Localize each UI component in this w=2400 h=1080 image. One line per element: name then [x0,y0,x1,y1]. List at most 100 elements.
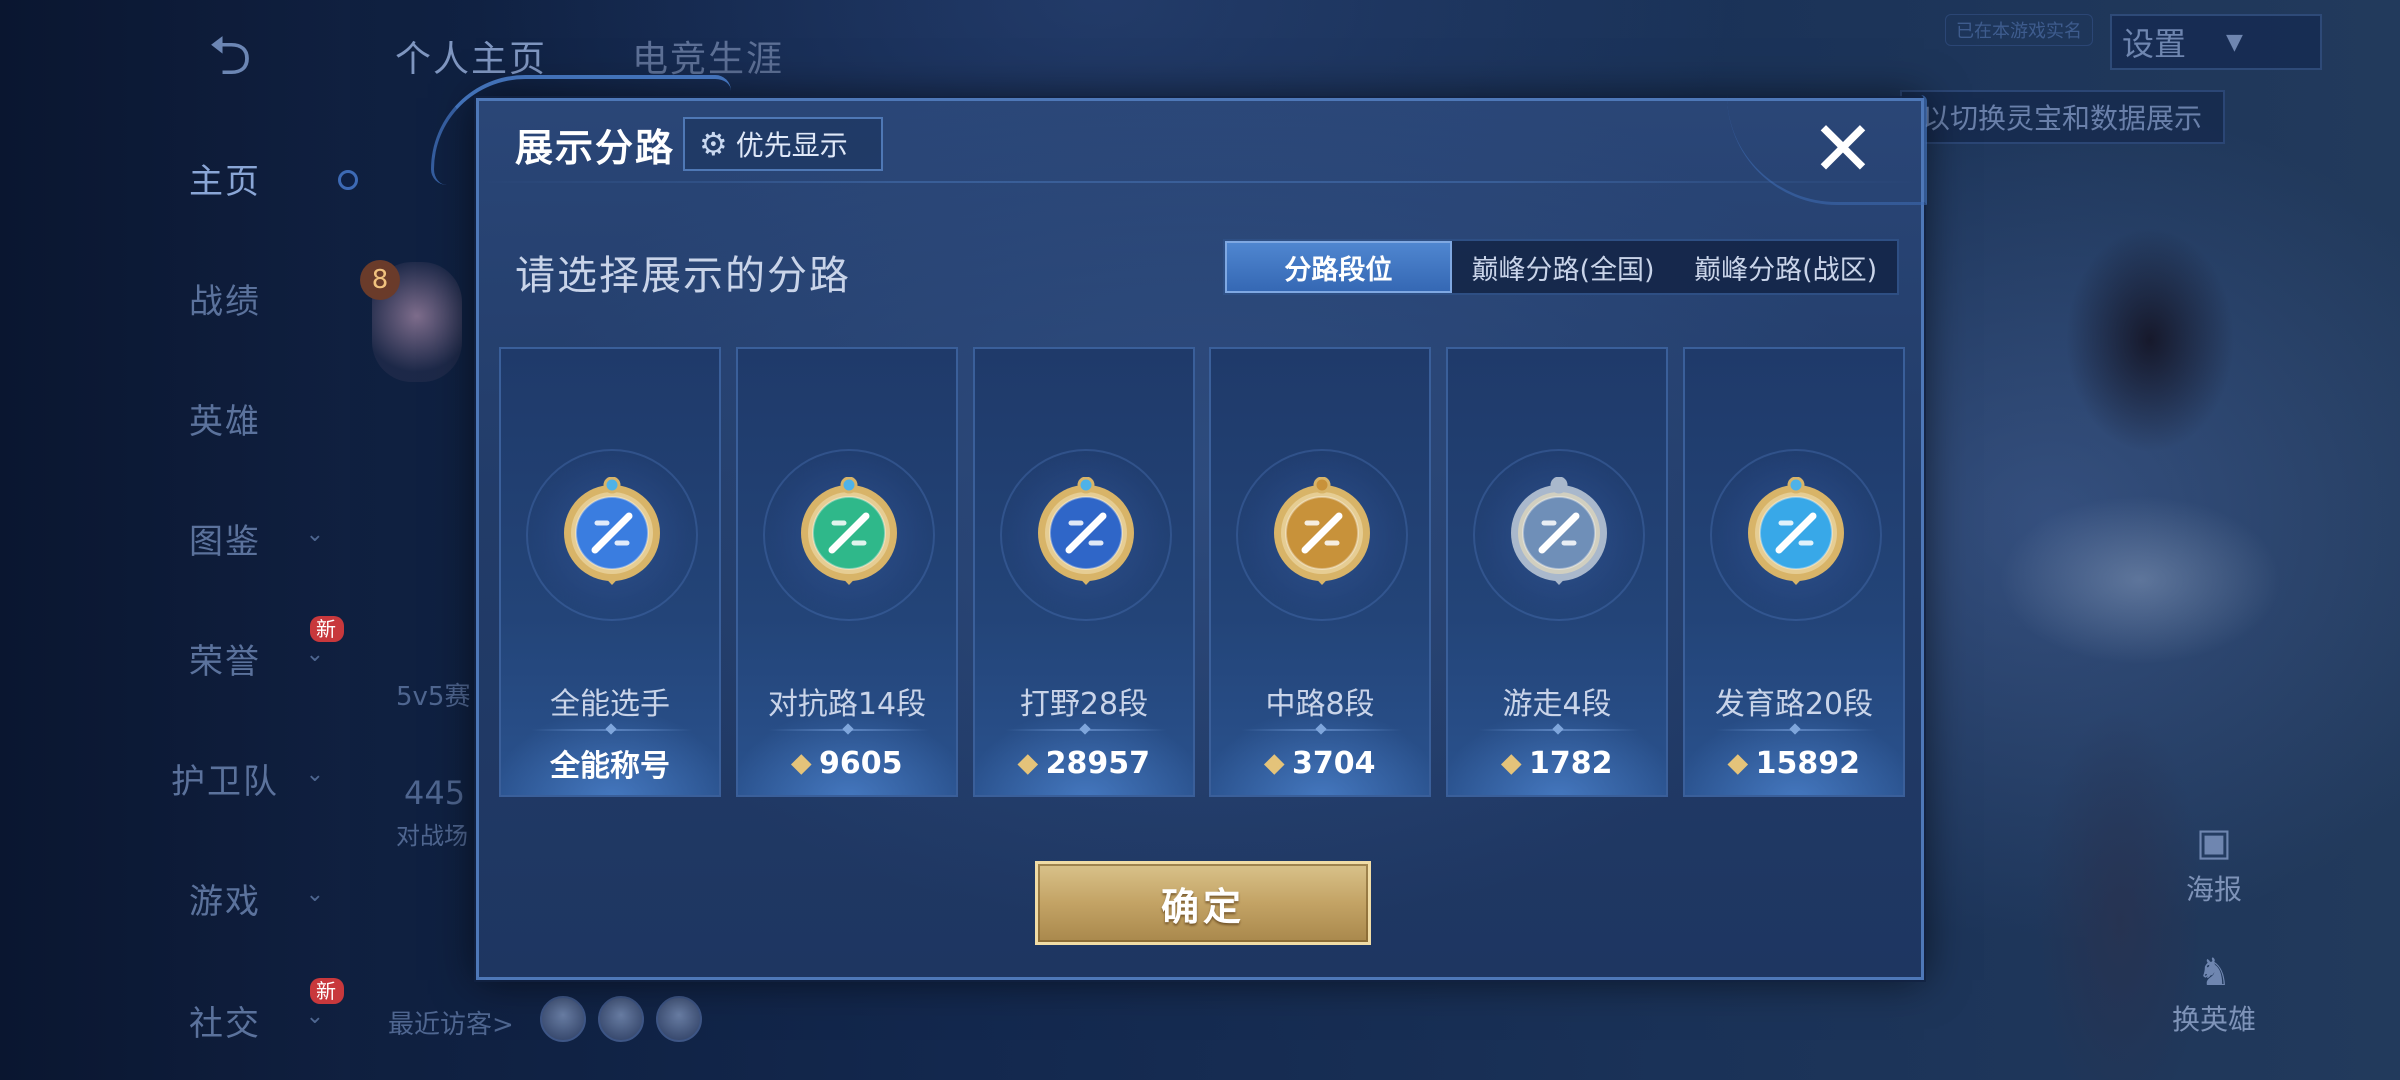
card-divider [1715,729,1877,731]
sidebar-item[interactable]: 英雄 [110,388,340,448]
sidebar-item[interactable]: 荣誉 ⌄ 新 [110,616,344,688]
card-divider [1005,729,1167,731]
visitor-avatar[interactable] [656,996,702,1042]
chevron-down-icon: ⌄ [305,1004,326,1029]
sidebar-item-label: 荣誉 [189,641,261,682]
poster-icon: ▣ [2196,820,2232,864]
lane-value-text: 28957 [1045,745,1150,781]
new-badge: 新 [310,616,344,642]
tab-lane-rank[interactable]: 分路段位 [1225,241,1452,293]
recent-visitors-label[interactable]: 最近访客> [388,1004,514,1041]
dialog-subtitle: 请选择展示的分路 [515,253,851,299]
lane-card[interactable]: 中路8段 ⬥ 3704 [1209,347,1431,797]
lane-value: ⬥ 9605 [738,743,956,783]
header-divider [479,181,1921,183]
tab-esports-career[interactable]: 电竞生涯 [632,30,784,80]
back-icon[interactable]: ⮌ [180,29,280,83]
lane-value: ⬥ 1782 [1448,743,1666,783]
poster-label: 海报 [2185,873,2242,906]
sidebar-item[interactable]: 护卫队 ⌄ [110,748,340,808]
lane-card[interactable]: 发育路20段 ⬥ 15892 [1683,347,1905,797]
clash-lane-emblem-icon [794,477,904,595]
chevron-down-icon: ▼ [2226,29,2243,55]
lane-display-dialog: 展示分路 ⚙ 优先显示 ✕ 请选择展示的分路 分路段位 巅峰分路(全国) 巅峰分… [431,75,1927,980]
visitor-avatar[interactable] [540,996,586,1042]
lane-cards: 全能选手 全能称号 对抗路14段 ⬥ 9605 打野28段 ⬥ 28957 中路8段 ⬥ 3704 游… [499,347,1905,797]
lane-card[interactable]: 打野28段 ⬥ 28957 [973,347,1195,797]
lane-value-text: 9605 [819,745,903,781]
app-screen: ⮌ 主页 战绩 英雄 图鉴 ⌄ 荣誉 ⌄ 新护卫队 ⌄ 游戏 ⌄ 社交 ⌄ 新 个人主页 电竞生涯 已在本… [0,0,2400,1080]
lane-card[interactable]: 全能选手 全能称号 [499,347,721,797]
roam-emblem-icon [1504,477,1614,595]
lane-card[interactable]: 游走4段 ⬥ 1782 [1446,347,1668,797]
lane-tabs: 分路段位 巅峰分路(全国) 巅峰分路(战区) [1223,239,1899,295]
sidebar-item-label: 社交 [189,1003,261,1044]
sidebar-item[interactable]: 游戏 ⌄ [110,868,340,928]
hint-bar: 以切换灵宝和数据展示 [1900,90,2225,144]
poster-button[interactable]: ▣ 海报 [2154,820,2274,908]
lane-name: 全能选手 [550,687,670,722]
lane-value-text: 3704 [1292,745,1376,781]
priority-display-label: 优先显示 [735,129,848,162]
visitor-avatar[interactable] [598,996,644,1042]
score-icon: ⬥ [791,746,812,779]
score-icon: ⬥ [1018,746,1038,779]
stat-caption: 对战场 [396,822,468,850]
farm-lane-emblem-icon [1741,477,1851,595]
lane-value: 全能称号 [501,743,719,784]
lane-name: 打野28段 [1019,687,1149,722]
tab-peak-lane-region[interactable]: 巅峰分路(战区) [1674,241,1897,293]
sidebar-item-label: 游戏 [189,881,261,922]
lane-name: 中路8段 [1265,687,1375,722]
settings-label: 设置 [2122,25,2187,63]
dialog-title: 展示分路 [515,126,676,170]
sidebar-item[interactable]: 战绩 [110,268,340,328]
tab-peak-lane-national[interactable]: 巅峰分路(全国) [1452,241,1675,293]
nav-indicator [338,170,358,190]
card-divider [1478,729,1640,731]
tab-personal-home[interactable]: 个人主页 [395,30,547,80]
lane-value-text: 全能称号 [550,749,670,784]
switch-hero-label: 换英雄 [2171,1003,2256,1036]
chevron-down-icon: ⌄ [305,642,326,667]
score-icon: ⬥ [1264,746,1285,779]
chevron-down-icon: ⌄ [305,882,326,907]
lane-value: ⬥ 15892 [1685,743,1903,783]
lane-name: 发育路20段 [1714,687,1874,722]
sidebar-item-label: 主页 [189,161,261,202]
sidebar-item[interactable]: 社交 ⌄ 新 [110,978,344,1050]
confirm-button[interactable]: 确定 [1035,861,1371,945]
switch-hero-button[interactable]: ♞ 换英雄 [2154,950,2274,1038]
sidebar-item-label: 图鉴 [189,521,261,562]
settings-button[interactable]: 设置 ▼ [2110,14,2322,70]
close-icon[interactable]: ✕ [1805,111,1881,187]
realname-badge: 已在本游戏实名 [1945,14,2093,46]
lane-value: ⬥ 28957 [975,743,1193,783]
jungle-emblem-icon [1031,477,1141,595]
rank-level-badge: 8 [360,260,400,300]
switch-hero-icon: ♞ [2196,950,2232,994]
hint-text: 以切换灵宝和数据展示 [1922,102,2203,135]
mid-lane-emblem-icon [1267,477,1377,595]
lane-value: ⬥ 3704 [1211,743,1429,783]
lane-name: 对抗路14段 [767,687,927,722]
stat-value: 445 [404,774,466,812]
chevron-down-icon: ⌄ [305,762,326,787]
lane-value-text: 1782 [1529,745,1613,781]
priority-display-button[interactable]: ⚙ 优先显示 [683,117,883,171]
season-label: 5v5赛 [396,682,471,712]
new-badge: 新 [310,978,344,1004]
sidebar-item-label: 英雄 [189,401,261,442]
score-icon: ⬥ [1728,746,1748,779]
card-divider [768,729,930,731]
sidebar-item[interactable]: 图鉴 ⌄ [110,508,340,568]
sidebar-item-label: 护卫队 [171,761,279,802]
lane-name: 游走4段 [1502,687,1612,722]
gear-icon: ⚙ [699,125,728,163]
card-divider [1241,729,1403,731]
sidebar-item[interactable]: 主页 [110,148,340,208]
lane-card[interactable]: 对抗路14段 ⬥ 9605 [736,347,958,797]
score-icon: ⬥ [1501,746,1522,779]
lane-value-text: 15892 [1755,745,1860,781]
sidebar-item-label: 战绩 [189,281,261,322]
